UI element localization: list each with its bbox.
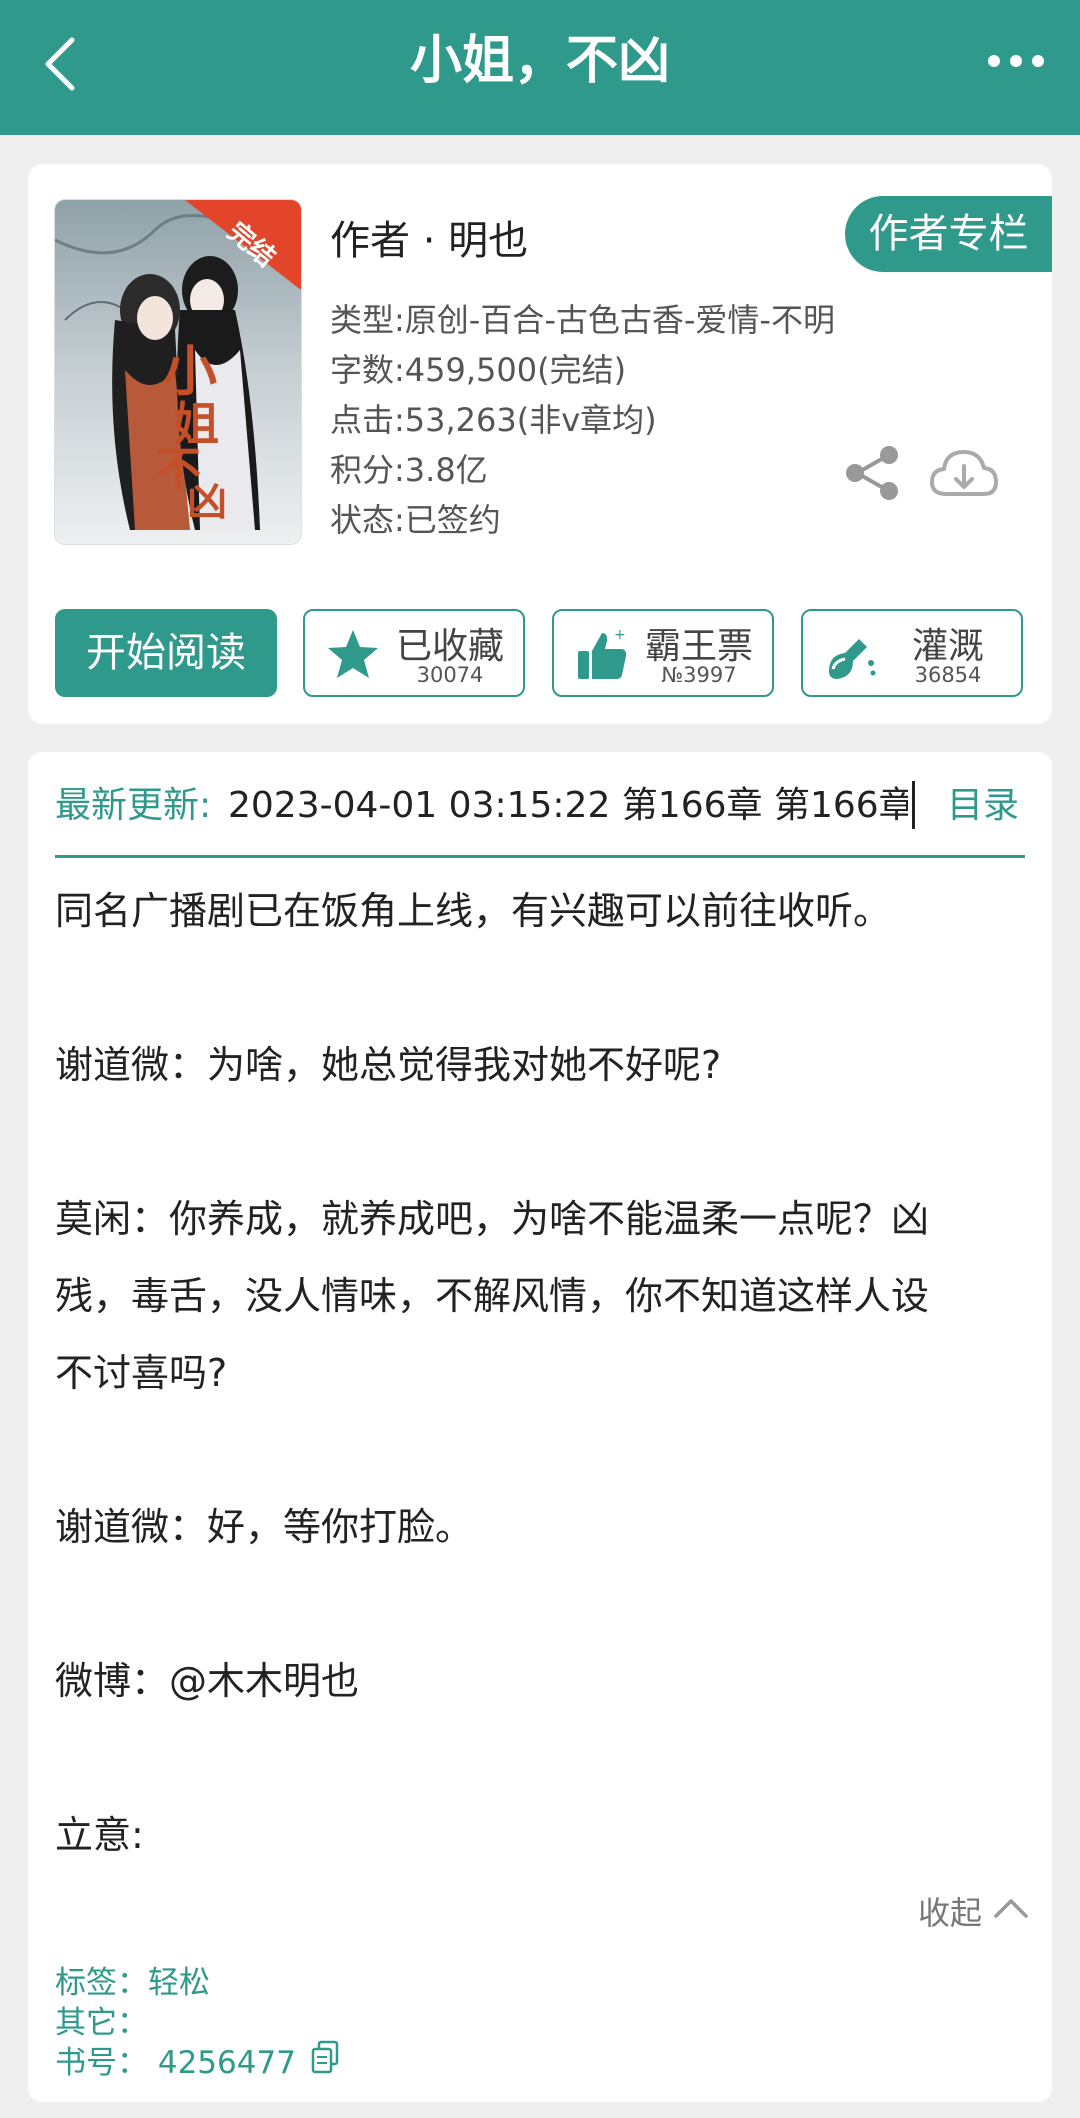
latest-update-row[interactable]: 最新更新: 2023-04-01 03:15:22 第166章 第166章 目录	[55, 778, 1025, 834]
collapse-button[interactable]: 收起	[918, 1888, 982, 1934]
top-bar: 小姐，不凶	[0, 0, 1080, 135]
download-icon[interactable]	[928, 444, 1000, 504]
tags-line[interactable]: 标签：轻松	[55, 1957, 210, 2002]
other-line: 其它：	[55, 2005, 148, 2041]
chevron-up-icon[interactable]	[993, 1896, 1029, 1920]
water-button[interactable]: 灌溉 36854	[801, 609, 1023, 697]
share-icon[interactable]	[843, 444, 901, 502]
description-line: 谢道微：好，等你打脸。	[55, 1505, 474, 1549]
thumbs-up-icon: +	[578, 627, 627, 679]
book-score: 积分:3.8亿	[330, 451, 488, 489]
page-title: 小姐，不凶	[409, 31, 670, 91]
description-line: 谢道微：为啥，她总觉得我对她不好呢?	[55, 1043, 722, 1087]
description-card	[28, 752, 1052, 2102]
book-clicks: 点击:53,263(非v章均)	[330, 401, 657, 439]
ticket-count: №3997	[661, 663, 737, 687]
favorite-count: 30074	[416, 663, 484, 687]
ticket-label: 霸王票	[644, 626, 753, 667]
svg-text:+: +	[614, 627, 626, 643]
svg-text:凶: 凶	[187, 478, 227, 525]
flask-icon	[829, 639, 876, 679]
star-icon	[328, 630, 378, 678]
description-line: 莫闲：你养成，就养成吧，为啥不能温柔一点呢？凶	[55, 1197, 930, 1241]
book-status: 状态:已签约	[330, 501, 501, 539]
water-label: 灌溉	[911, 626, 984, 667]
start-reading-button[interactable]: 开始阅读	[55, 609, 277, 697]
more-icon[interactable]	[986, 46, 1046, 76]
book-id-line: 书号： 4256477	[55, 2045, 296, 2081]
book-cover-image[interactable]: 小 姐 不 凶 完结	[55, 200, 301, 544]
update-separator	[912, 781, 915, 829]
author-column-button[interactable]: 作者专栏	[845, 196, 1052, 272]
favorite-label: 已收藏	[395, 626, 504, 667]
description-line: 残，毒舌，没人情味，不解风情，你不知道这样人设	[55, 1274, 930, 1318]
favorite-button[interactable]: 已收藏 30074	[303, 609, 525, 697]
table-of-contents-link[interactable]: 目录	[947, 778, 1019, 834]
book-word-count: 字数:459,500(完结)	[330, 351, 627, 389]
description-line: 同名广播剧已在饭角上线，有兴趣可以前往收听。	[55, 889, 892, 933]
ticket-button[interactable]: + 霸王票 №3997	[552, 609, 774, 697]
book-type: 类型:原创-百合-古色古香-爱情-不明	[330, 301, 835, 339]
description-line: 微博：@木木明也	[55, 1659, 360, 1703]
description-line: 立意:	[55, 1813, 144, 1857]
update-divider	[55, 855, 1025, 858]
description-line: 不讨喜吗?	[55, 1351, 228, 1395]
water-count: 36854	[914, 663, 982, 687]
latest-update-text[interactable]: 2023-04-01 03:15:22 第166章 第166章	[228, 778, 908, 834]
copy-icon[interactable]	[310, 2040, 340, 2074]
latest-update-label: 最新更新:	[55, 785, 212, 826]
svg-text:小: 小	[163, 339, 217, 403]
author-name[interactable]: 作者 · 明也	[330, 208, 528, 266]
